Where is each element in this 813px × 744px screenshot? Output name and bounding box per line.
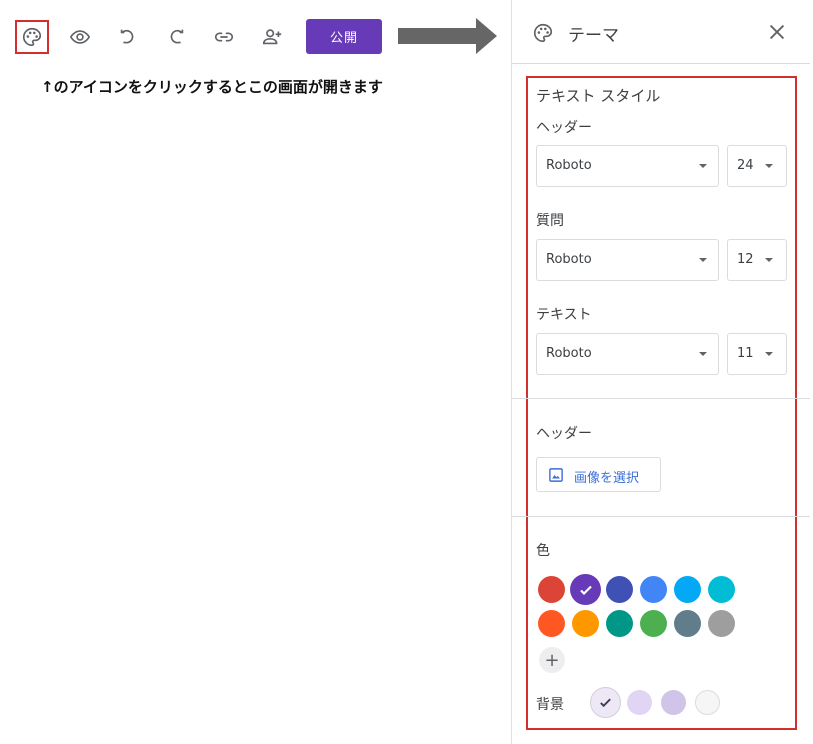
divider — [512, 398, 810, 399]
chevron-down-icon — [699, 164, 707, 168]
color-swatch-green[interactable] — [640, 610, 667, 637]
color-label: 色 — [536, 543, 550, 559]
palette-icon[interactable] — [15, 20, 49, 54]
header-label: ヘッダー — [536, 120, 592, 136]
question-size-value: 12 — [737, 252, 754, 267]
bg-swatch-selected[interactable] — [590, 687, 621, 718]
redo-icon[interactable] — [159, 20, 193, 54]
text-label: テキスト — [536, 307, 592, 323]
text-font-select[interactable]: Roboto — [536, 333, 719, 375]
chevron-down-icon — [765, 164, 773, 168]
question-font-select[interactable]: Roboto — [536, 239, 719, 281]
chevron-down-icon — [699, 258, 707, 262]
text-size-select[interactable]: 11 — [727, 333, 787, 375]
add-person-icon[interactable] — [255, 20, 289, 54]
color-swatch-indigo[interactable] — [606, 576, 633, 603]
color-swatch-grey[interactable] — [708, 610, 735, 637]
color-swatch-teal[interactable] — [606, 610, 633, 637]
color-swatch-orange[interactable] — [572, 610, 599, 637]
header-font-select[interactable]: Roboto — [536, 145, 719, 187]
header-font-value: Roboto — [546, 158, 592, 173]
header-section-label: ヘッダー — [536, 426, 592, 442]
undo-icon[interactable] — [111, 20, 145, 54]
close-icon[interactable] — [766, 21, 788, 43]
header-size-select[interactable]: 24 — [727, 145, 787, 187]
eye-icon[interactable] — [63, 20, 97, 54]
bg-swatch-grey[interactable] — [695, 690, 720, 715]
question-label: 質問 — [536, 213, 564, 229]
panel-title: テーマ — [568, 26, 619, 46]
question-font-value: Roboto — [546, 252, 592, 267]
choose-image-label: 画像を選択 — [574, 471, 640, 486]
chevron-down-icon — [765, 352, 773, 356]
bg-swatch-purple[interactable] — [661, 690, 686, 715]
color-swatch-blue-grey[interactable] — [674, 610, 701, 637]
text-size-value: 11 — [737, 346, 754, 361]
check-icon — [579, 585, 592, 595]
image-icon — [549, 468, 563, 482]
right-arrow-icon — [398, 18, 497, 54]
divider — [512, 516, 810, 517]
palette-icon — [534, 23, 553, 43]
background-label: 背景 — [536, 697, 564, 713]
text-style-title: テキスト スタイル — [536, 87, 661, 105]
instruction-text: ↑のアイコンをクリックするとこの画面が開きます — [41, 78, 383, 96]
color-swatch-blue[interactable] — [640, 576, 667, 603]
header-size-value: 24 — [737, 158, 754, 173]
color-swatch-purple-selected[interactable] — [570, 574, 601, 605]
panel-header: テーマ — [512, 0, 810, 64]
color-swatch-red[interactable] — [538, 576, 565, 603]
color-swatch-light-blue[interactable] — [674, 576, 701, 603]
color-swatch-cyan[interactable] — [708, 576, 735, 603]
link-icon[interactable] — [207, 20, 241, 54]
choose-image-button[interactable]: 画像を選択 — [536, 457, 661, 492]
add-color-button[interactable]: + — [539, 647, 565, 673]
chevron-down-icon — [699, 352, 707, 356]
check-icon — [600, 698, 611, 708]
color-swatch-deep-orange[interactable] — [538, 610, 565, 637]
bg-swatch-light-purple[interactable] — [627, 690, 652, 715]
chevron-down-icon — [765, 258, 773, 262]
publish-button[interactable]: 公開 — [306, 19, 382, 54]
text-font-value: Roboto — [546, 346, 592, 361]
question-size-select[interactable]: 12 — [727, 239, 787, 281]
